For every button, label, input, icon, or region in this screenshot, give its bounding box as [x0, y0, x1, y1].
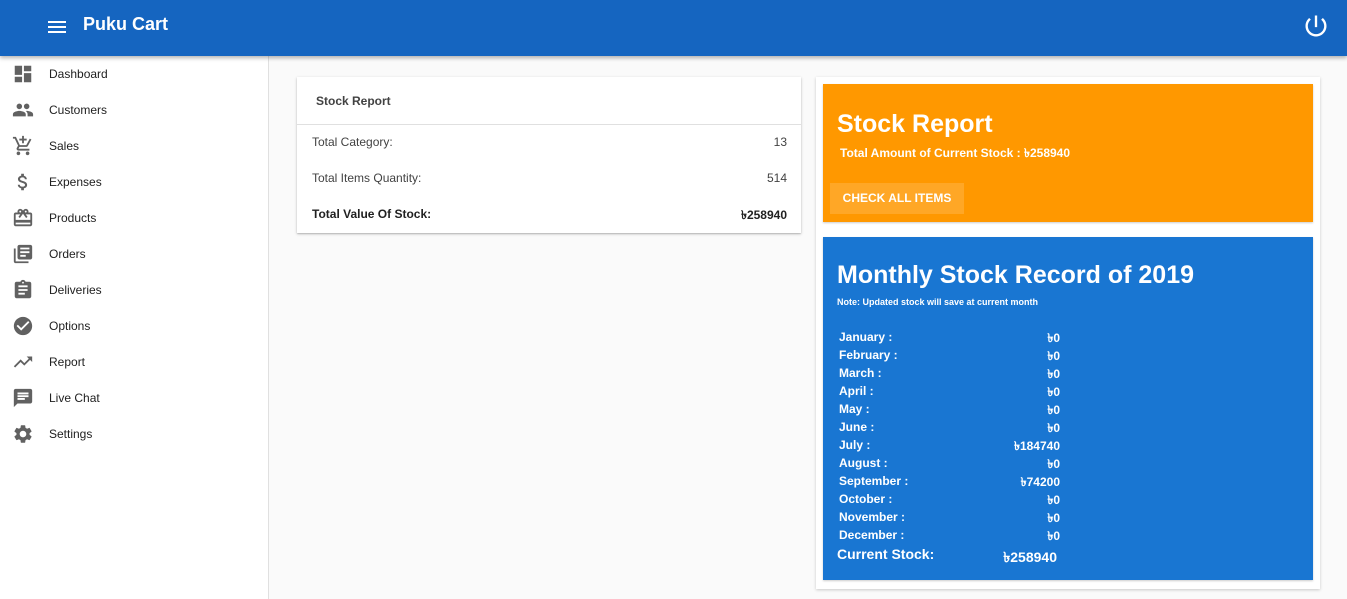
month-value: ৳0 — [1047, 457, 1060, 471]
sidebar-item-products[interactable]: Products — [0, 200, 268, 236]
month-label: June : — [839, 420, 875, 434]
sidebar: Dashboard Customers Sales Expenses Produ… — [0, 56, 269, 599]
gear-icon — [12, 423, 34, 445]
month-label: August : — [839, 456, 888, 470]
sidebar-item-expenses[interactable]: Expenses — [0, 164, 268, 200]
sidebar-item-label: Orders — [49, 247, 86, 261]
summary-title: Stock Report — [837, 110, 993, 138]
sidebar-item-label: Sales — [49, 139, 80, 153]
dashboard-icon — [12, 63, 34, 85]
sidebar-item-customers[interactable]: Customers — [0, 92, 268, 128]
total-value-label: Total Value Of Stock: — [312, 207, 432, 221]
sidebar-item-label: Report — [49, 355, 86, 369]
month-value: ৳0 — [1047, 529, 1060, 543]
card-title: Stock Report — [316, 94, 391, 108]
trending-up-icon — [12, 351, 34, 373]
sidebar-item-label: Deliveries — [49, 283, 102, 297]
cart-add-icon — [12, 135, 34, 157]
month-value: ৳0 — [1047, 403, 1060, 417]
sidebar-item-label: Settings — [49, 427, 93, 441]
current-stock-value: ৳258940 — [1003, 549, 1057, 565]
library-books-icon — [12, 243, 34, 265]
total-category-value: 13 — [773, 135, 787, 149]
sidebar-item-settings[interactable]: Settings — [0, 416, 268, 452]
divider — [297, 124, 801, 125]
menu-icon[interactable] — [44, 14, 72, 42]
month-value: ৳0 — [1047, 385, 1060, 399]
month-value: ৳0 — [1047, 349, 1060, 363]
sidebar-item-label: Live Chat — [49, 391, 100, 405]
month-value: ৳0 — [1047, 511, 1060, 525]
sidebar-item-label: Options — [49, 319, 91, 333]
sidebar-item-live-chat[interactable]: Live Chat — [0, 380, 268, 416]
month-value: ৳0 — [1047, 421, 1060, 435]
clipboard-icon — [12, 279, 34, 301]
sidebar-item-label: Expenses — [49, 175, 102, 189]
month-label: March : — [839, 366, 882, 380]
total-items-label: Total Items Quantity: — [312, 171, 422, 185]
monthly-title: Monthly Stock Record of 2019 — [837, 261, 1195, 289]
sidebar-item-options[interactable]: Options — [0, 308, 268, 344]
sidebar-item-label: Dashboard — [49, 67, 108, 81]
month-label: July : — [839, 438, 871, 452]
sidebar-item-label: Customers — [49, 103, 108, 117]
gift-icon — [12, 207, 34, 229]
month-value: ৳0 — [1047, 367, 1060, 381]
month-label: April : — [839, 384, 874, 398]
people-icon — [12, 99, 34, 121]
app-bar: Puku Cart — [0, 0, 1347, 56]
total-items-value: 514 — [766, 171, 787, 185]
total-value-value: ৳258940 — [740, 208, 787, 222]
power-icon[interactable] — [1302, 12, 1330, 40]
stock-summary-card: Stock Report Total Amount of Current Sto… — [823, 84, 1313, 222]
sidebar-item-sales[interactable]: Sales — [0, 128, 268, 164]
month-value: ৳0 — [1047, 331, 1060, 345]
sidebar-item-orders[interactable]: Orders — [0, 236, 268, 272]
sidebar-item-deliveries[interactable]: Deliveries — [0, 272, 268, 308]
month-value: ৳0 — [1047, 493, 1060, 507]
check-circle-icon — [12, 315, 34, 337]
month-label: October : — [839, 492, 893, 506]
sidebar-item-report[interactable]: Report — [0, 344, 268, 380]
current-stock-label: Current Stock: — [837, 546, 935, 562]
sidebar-item-dashboard[interactable]: Dashboard — [0, 56, 268, 92]
month-value: ৳184740 — [1013, 439, 1060, 453]
summary-subtitle: Total Amount of Current Stock : ৳258940 — [840, 146, 1071, 160]
month-label: September : — [839, 474, 909, 488]
month-label: February : — [839, 348, 898, 362]
month-value: ৳74200 — [1020, 475, 1060, 489]
total-category-label: Total Category: — [312, 135, 393, 149]
check-all-items-button[interactable]: CHECK ALL ITEMS — [830, 183, 964, 214]
month-label: November : — [839, 510, 906, 524]
month-label: May : — [839, 402, 870, 416]
monthly-stock-card: Monthly Stock Record of 2019 Note: Updat… — [823, 237, 1313, 580]
stock-report-card: Stock Report Total Category: 13 Total It… — [297, 77, 801, 233]
monthly-note: Note: Updated stock will save at current… — [837, 297, 1039, 307]
sidebar-item-label: Products — [49, 211, 97, 225]
month-label: December : — [839, 528, 905, 542]
chat-icon — [12, 387, 34, 409]
dollar-icon — [12, 171, 34, 193]
month-label: January : — [839, 330, 893, 344]
app-title: Puku Cart — [83, 14, 169, 34]
